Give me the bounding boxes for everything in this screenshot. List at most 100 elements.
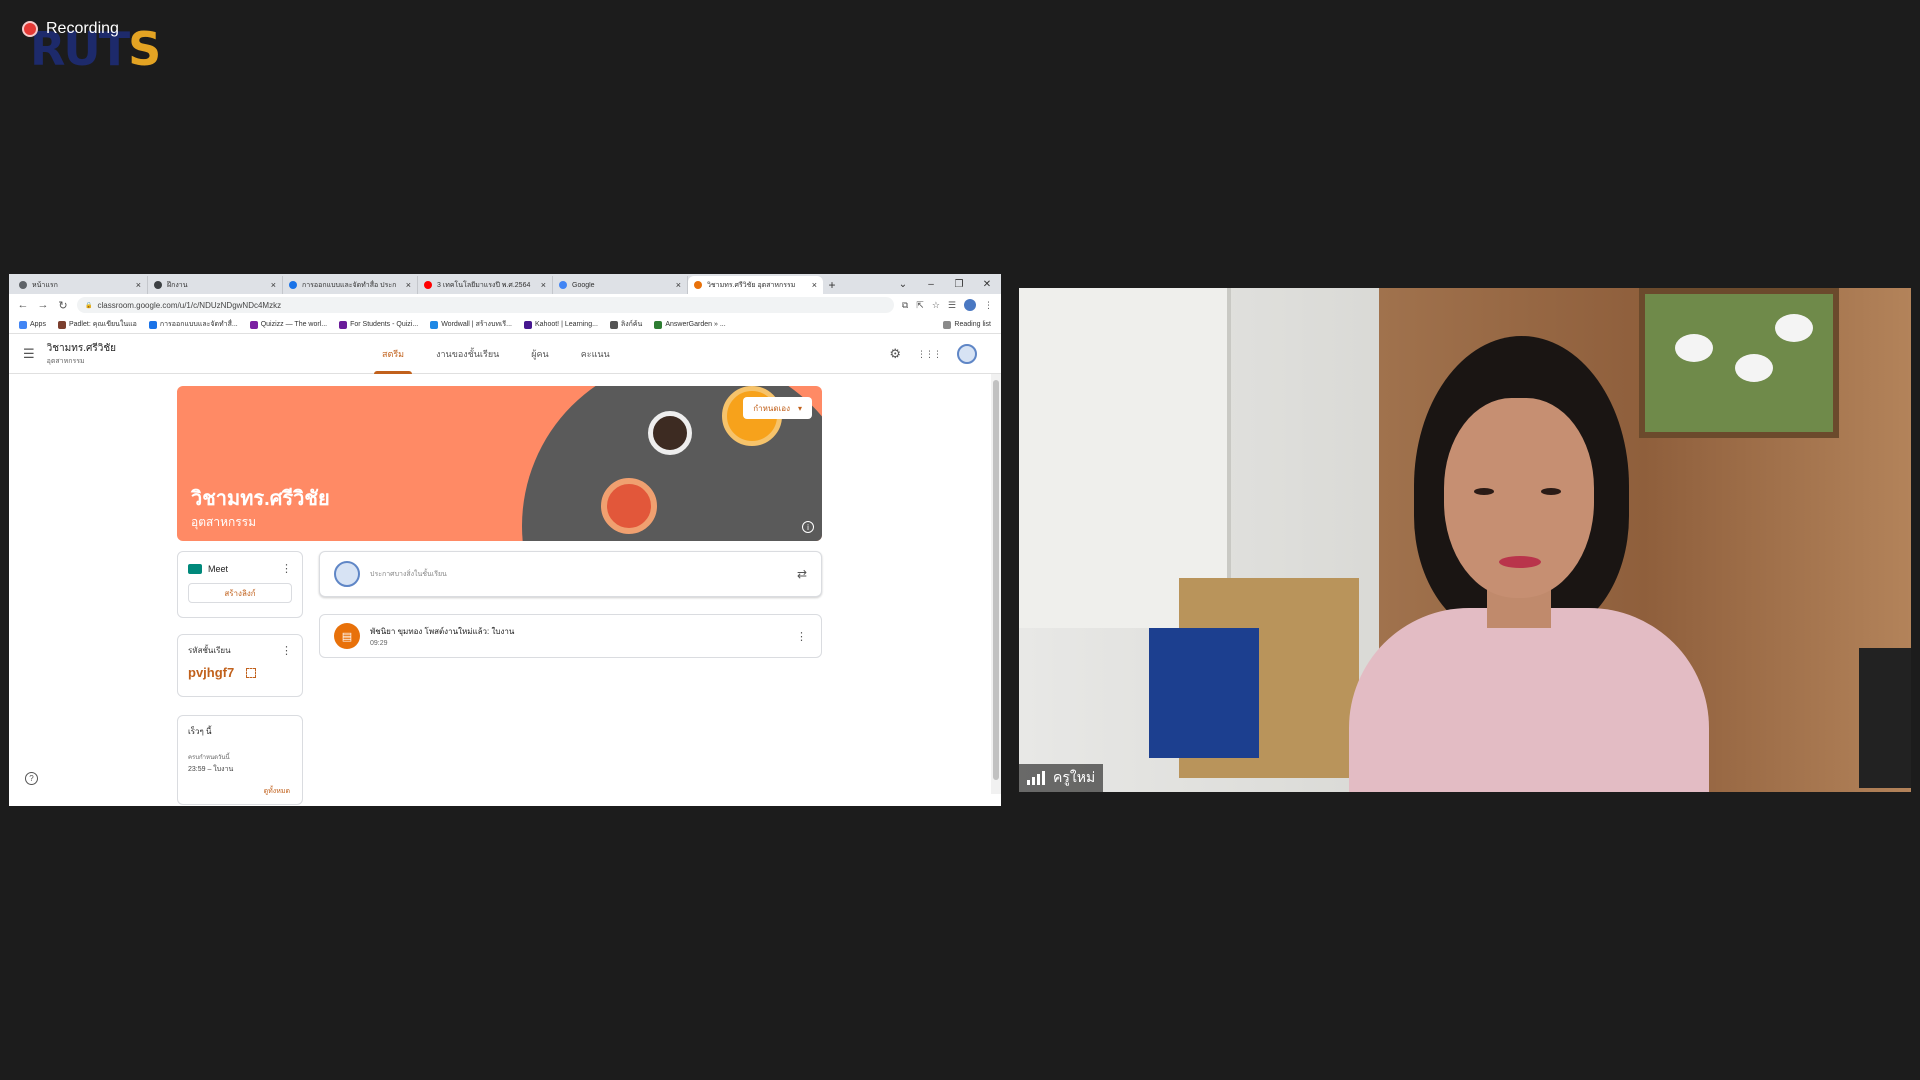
class-name: วิชามทร.ศรีวิชัย bbox=[46, 342, 116, 354]
help-icon[interactable]: ? bbox=[25, 772, 38, 785]
profile-avatar[interactable] bbox=[964, 299, 976, 311]
due-today-label: ครบกำหนดวันนี้ bbox=[188, 755, 230, 761]
tab-favicon-icon bbox=[154, 281, 162, 289]
post-menu-icon[interactable]: ⋮ bbox=[796, 630, 807, 643]
tab-search-button[interactable]: ⌄ bbox=[889, 274, 917, 294]
browser-tab[interactable]: ฝึกงาน × bbox=[148, 276, 283, 294]
person-eye bbox=[1474, 488, 1494, 495]
tab-favicon-icon bbox=[19, 281, 27, 289]
bookmark-label: Kahoot! | Learning... bbox=[535, 321, 598, 328]
url-input[interactable]: 🔒 classroom.google.com/u/1/c/NDUzNDgwNDc… bbox=[77, 297, 894, 313]
stream-page: วิชามทร.ศรีวิชัย อุตสาหกรรม กำหนดเอง ▾ i… bbox=[9, 374, 1001, 805]
meet-icon bbox=[188, 563, 202, 574]
tab-title: การออกแบบและจัดทำสื่อ ประก bbox=[302, 281, 397, 289]
participant-video: ครูใหม่ bbox=[1019, 288, 1911, 792]
bookmark-item[interactable]: For Students - Quizi... bbox=[339, 319, 418, 330]
forward-icon[interactable]: → bbox=[37, 299, 49, 311]
class-code-card: รหัสชั้นเรียน ⋮ pvjhgf7 bbox=[177, 634, 303, 697]
reading-mode-icon[interactable]: ☰ bbox=[948, 300, 956, 311]
tab-close-icon[interactable]: × bbox=[136, 280, 141, 290]
bookmarks-bar: Apps Padlet: คุณเขียนในแอ การออกแบบและจัดท… bbox=[9, 316, 1001, 334]
tab-title: 3 เทคโนโลยีมาแรงปี พ.ศ.2564 bbox=[437, 281, 531, 289]
browser-tab[interactable]: การออกแบบและจัดทำสื่อ ประก × bbox=[283, 276, 418, 294]
browser-tab[interactable]: Google × bbox=[553, 276, 688, 294]
meet-menu-icon[interactable]: ⋮ bbox=[281, 562, 292, 575]
participant-name: ครูใหม่ bbox=[1053, 769, 1096, 785]
classroom-tab[interactable]: คะแนน bbox=[565, 334, 626, 374]
reuse-post-icon[interactable]: ⇄ bbox=[797, 567, 807, 581]
painting-flower bbox=[1675, 334, 1713, 362]
classroom-tab[interactable]: งานของชั้นเรียน bbox=[420, 334, 515, 374]
tab-close-icon[interactable]: × bbox=[676, 280, 681, 290]
bookmark-item[interactable]: Apps bbox=[19, 319, 46, 330]
browser-tab[interactable]: 3 เทคโนโลยีมาแรงปี พ.ศ.2564 × bbox=[418, 276, 553, 294]
classroom-header: ☰ วิชามทร.ศรีวิชัย อุตสาหกรรม สตรีม งานขอ… bbox=[9, 334, 1001, 374]
post-time: 09:29 bbox=[370, 640, 388, 647]
restore-button[interactable]: ❐ bbox=[945, 274, 973, 294]
reading-list-icon bbox=[943, 320, 952, 329]
bookmark-star-icon[interactable]: ☆ bbox=[932, 300, 940, 311]
bookmark-item[interactable]: Quizizz — The worl... bbox=[249, 319, 327, 330]
tab-close-icon[interactable]: × bbox=[406, 280, 411, 290]
stream-post[interactable]: ▤ พัชนิยา ขุมทอง โพสต์งานใหม่แล้ว: ใบงาน… bbox=[319, 614, 822, 658]
browser-menu-icon[interactable]: ⋮ bbox=[984, 300, 993, 311]
bookmark-item[interactable]: Wordwall | สร้างบทเรี... bbox=[430, 319, 512, 330]
create-meet-link-button[interactable]: สร้างลิงก์ bbox=[188, 583, 292, 603]
user-avatar bbox=[334, 561, 360, 587]
tab-close-icon[interactable]: × bbox=[541, 280, 546, 290]
class-title[interactable]: วิชามทร.ศรีวิชัย อุตสาหกรรม bbox=[47, 341, 116, 367]
window-controls: ⌄ – ❐ ✕ bbox=[889, 274, 1001, 294]
tab-title: ฝึกงาน bbox=[167, 281, 188, 289]
view-all-link[interactable]: ดูทั้งหมด bbox=[264, 786, 290, 797]
reading-list-button[interactable]: Reading list bbox=[943, 320, 991, 329]
bookmark-favicon-icon bbox=[57, 320, 66, 329]
class-code-menu-icon[interactable]: ⋮ bbox=[281, 644, 292, 657]
bookmark-item[interactable]: Padlet: คุณเขียนในแอ bbox=[57, 319, 137, 330]
info-icon[interactable]: i bbox=[802, 521, 814, 533]
class-banner: วิชามทร.ศรีวิชัย อุตสาหกรรม กำหนดเอง ▾ i bbox=[177, 386, 822, 541]
painting-flower bbox=[1775, 314, 1813, 342]
tab-close-icon[interactable]: × bbox=[812, 280, 817, 290]
tab-title: วิชามทร.ศรีวิชัย อุตสาหกรรม bbox=[707, 281, 796, 289]
bookmark-label: Padlet: คุณเขียนในแอ bbox=[68, 321, 137, 328]
reload-icon[interactable]: ↻ bbox=[57, 299, 69, 312]
classroom-tab[interactable]: สตรีม bbox=[366, 334, 420, 374]
account-avatar[interactable] bbox=[957, 344, 977, 364]
bookmark-item[interactable]: Kahoot! | Learning... bbox=[524, 319, 598, 330]
fullscreen-icon[interactable] bbox=[246, 667, 257, 678]
bookmark-item[interactable]: การออกแบบและจัดทำสื่... bbox=[148, 319, 238, 330]
class-code-value: pvjhgf7 bbox=[188, 665, 235, 680]
classroom-tab[interactable]: ผู้คน bbox=[515, 334, 564, 374]
bookmark-item[interactable]: ลิงก์ค้น bbox=[609, 319, 642, 330]
menu-icon[interactable]: ☰ bbox=[23, 346, 35, 362]
browser-window: หน้าแรก × ฝึกงาน × การออกแบบและจัดทำสื่อ ประ… bbox=[9, 274, 1001, 806]
person-lips bbox=[1499, 556, 1541, 568]
bookmark-favicon-icon bbox=[524, 320, 532, 329]
share-icon[interactable]: ⇱ bbox=[916, 300, 924, 311]
signal-strength-icon bbox=[1027, 771, 1045, 785]
page-scrollbar[interactable] bbox=[991, 374, 1001, 794]
bookmark-item[interactable]: AnswerGarden » ... bbox=[654, 319, 726, 330]
tab-favicon-icon bbox=[694, 281, 702, 289]
bookmark-favicon-icon bbox=[339, 320, 348, 329]
recording-label: Recording bbox=[46, 20, 119, 37]
meet-label: Meet bbox=[208, 563, 229, 574]
tab-close-icon[interactable]: × bbox=[271, 280, 276, 290]
upcoming-card: เร็วๆ นี้ ครบกำหนดวันนี้ 23:59 – ใบงาน ด… bbox=[177, 715, 303, 805]
new-tab-button[interactable]: + bbox=[823, 276, 841, 294]
minimize-button[interactable]: – bbox=[917, 274, 945, 294]
apps-grid-icon[interactable]: ⋮⋮⋮ bbox=[917, 349, 942, 360]
browser-tab[interactable]: วิชามทร.ศรีวิชัย อุตสาหกรรม × bbox=[688, 276, 823, 294]
close-window-button[interactable]: ✕ bbox=[973, 274, 1001, 294]
video-whiteboard bbox=[1019, 288, 1231, 628]
translate-icon[interactable]: ⧉ bbox=[902, 300, 908, 311]
scroll-thumb[interactable] bbox=[993, 380, 999, 780]
customize-button[interactable]: กำหนดเอง ▾ bbox=[743, 397, 812, 419]
back-icon[interactable]: ← bbox=[17, 299, 29, 311]
video-desk bbox=[1859, 648, 1911, 788]
browser-tab[interactable]: หน้าแรก × bbox=[13, 276, 148, 294]
announce-box[interactable]: ประกาศบางสิ่งในชั้นเรียน ⇄ bbox=[319, 551, 822, 597]
recording-indicator: Recording bbox=[22, 20, 119, 38]
upcoming-item[interactable]: 23:59 – ใบงาน bbox=[188, 764, 292, 775]
settings-icon[interactable]: ⚙ bbox=[889, 346, 901, 362]
